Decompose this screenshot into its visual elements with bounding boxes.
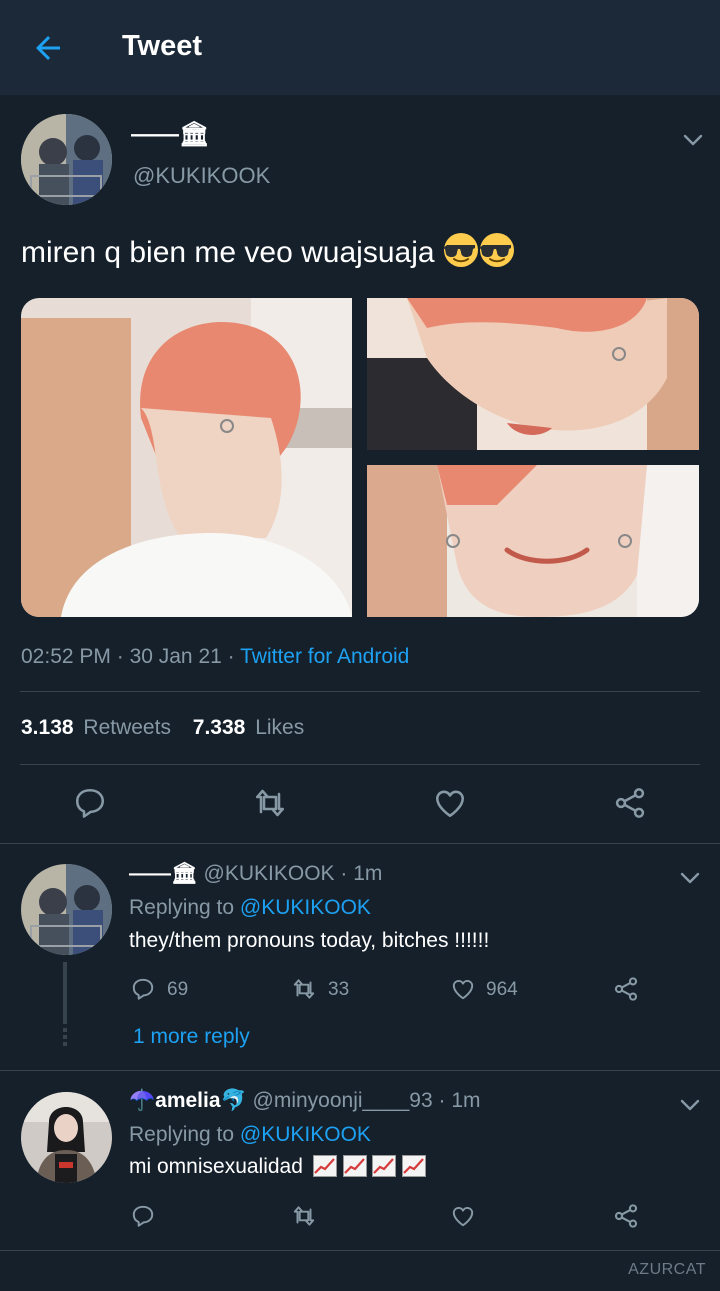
reply-display-name[interactable]: ☂️amelia🐬 — [129, 1089, 247, 1112]
tweet-text-body: miren q bien me veo wuajsuaja — [21, 236, 435, 269]
replying-to-handle[interactable]: @KUKIKOOK — [240, 1123, 371, 1146]
tweet-date: 30 Jan 21 — [129, 645, 222, 668]
likes-count[interactable]: 7.338 — [193, 716, 246, 739]
retweet-icon[interactable] — [290, 976, 318, 1002]
chart-increasing-icon — [342, 1155, 367, 1177]
divider — [20, 764, 700, 765]
share-icon[interactable] — [612, 785, 648, 821]
sunglasses-emoji-icon — [442, 233, 478, 267]
replying-to: Replying to @KUKIKOOK — [129, 896, 371, 920]
tweet-text: miren q bien me veo wuajsuaja — [21, 232, 515, 270]
engagement-counts: 3.138 Retweets 7.338 Likes — [21, 716, 304, 740]
divider — [20, 691, 700, 692]
chart-increasing-icon — [372, 1155, 397, 1177]
more-replies-link[interactable]: 1 more reply — [133, 1025, 250, 1049]
like-count: 964 — [486, 979, 518, 1000]
watermark: AZURCAT — [628, 1261, 706, 1278]
share-icon[interactable] — [612, 1202, 640, 1230]
divider — [0, 1250, 720, 1251]
like-heart-icon[interactable] — [450, 1203, 476, 1229]
likes-label[interactable]: Likes — [255, 716, 304, 739]
chart-increasing-emoji-row — [312, 1155, 427, 1183]
tweet-photo-3[interactable] — [367, 465, 699, 617]
retweet-icon[interactable] — [252, 785, 288, 821]
reply-handle[interactable]: @minyoonji____93 — [253, 1089, 433, 1112]
tweet-time: 02:52 PM — [21, 645, 111, 668]
retweet-count: 33 — [328, 979, 350, 1000]
thread-dots — [63, 1028, 67, 1046]
replying-to-handle[interactable]: @KUKIKOOK — [240, 896, 371, 919]
author-display-name[interactable]: ——🏛 — [131, 120, 209, 149]
reply-handle[interactable]: @KUKIKOOK — [204, 862, 335, 885]
tweet-source-link[interactable]: Twitter for Android — [240, 645, 409, 668]
reply-display-name[interactable]: ——🏛 — [129, 862, 198, 885]
replying-to: Replying to @KUKIKOOK — [129, 1123, 371, 1147]
chevron-down-icon[interactable] — [678, 1093, 702, 1117]
author-handle[interactable]: @KUKIKOOK — [133, 163, 270, 189]
chart-increasing-icon — [402, 1155, 427, 1177]
reply-header: ——🏛 @KUKIKOOK · 1m — [129, 862, 383, 885]
chart-increasing-icon — [312, 1155, 337, 1177]
replying-to-label: Replying to — [129, 896, 235, 919]
reply-avatar[interactable] — [21, 864, 112, 955]
divider — [0, 1070, 720, 1071]
reply-count: 69 — [167, 979, 189, 1000]
reply-avatar[interactable] — [21, 1092, 112, 1183]
replying-to-label: Replying to — [129, 1123, 235, 1146]
reply-header: ☂️amelia🐬 @minyoonji____93 · 1m — [129, 1089, 481, 1112]
chevron-down-icon[interactable] — [681, 128, 705, 152]
reply-icon[interactable] — [130, 1203, 156, 1229]
chevron-down-icon[interactable] — [678, 866, 702, 890]
reply-icon[interactable] — [72, 785, 108, 821]
divider — [0, 843, 720, 844]
back-arrow-icon[interactable] — [30, 30, 66, 66]
top-app-bar: Tweet — [0, 0, 720, 95]
reply-text: mi omnisexualidad — [129, 1155, 427, 1183]
like-heart-icon[interactable] — [432, 785, 468, 821]
tweet-meta: 02:52 PM · 30 Jan 21 · Twitter for Andro… — [21, 645, 410, 668]
thread-connector-line — [63, 962, 67, 1024]
retweet-icon[interactable] — [290, 1203, 318, 1229]
author-avatar[interactable] — [21, 114, 112, 205]
like-heart-icon[interactable] — [450, 976, 476, 1002]
tweet-photo-1[interactable] — [21, 298, 352, 617]
reply-text: they/them pronouns today, bitches !!!!!! — [129, 929, 490, 952]
page-title: Tweet — [122, 30, 203, 62]
tweet-photo-2[interactable] — [367, 298, 699, 450]
sunglasses-emoji-icon — [478, 233, 514, 267]
reply-time: 1m — [451, 1089, 481, 1112]
reply-icon[interactable] — [130, 976, 156, 1002]
reply-text-body: mi omnisexualidad — [129, 1155, 303, 1178]
retweets-label[interactable]: Retweets — [83, 716, 171, 739]
retweets-count[interactable]: 3.138 — [21, 716, 74, 739]
share-icon[interactable] — [612, 975, 640, 1003]
reply-time: 1m — [353, 862, 383, 885]
